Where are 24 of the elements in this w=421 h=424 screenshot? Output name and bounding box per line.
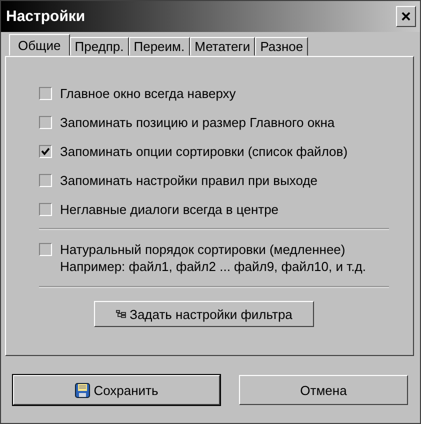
tab[interactable]: Переим. xyxy=(128,37,190,56)
checkbox[interactable] xyxy=(39,116,52,129)
checkbox-label[interactable]: Натуральный порядок сортировки (медленнее) xyxy=(60,242,366,257)
tab[interactable]: Предпр. xyxy=(70,37,129,56)
checkbox-label[interactable]: Неглавные диалоги всегда в центре xyxy=(60,202,279,217)
checkbox-label[interactable]: Главное окно всегда наверху xyxy=(60,86,236,101)
checkbox[interactable] xyxy=(39,203,52,216)
checkbox[interactable] xyxy=(39,145,52,158)
cancel-button[interactable]: Отмена xyxy=(239,375,408,405)
example-note: Например: файл1, файл2 ... файл9, файл10, и т.д. xyxy=(60,259,366,274)
tab[interactable]: Метатеги xyxy=(190,37,256,56)
checkbox-label[interactable]: Запоминать позицию и размер Главного окна xyxy=(60,115,335,130)
tab[interactable]: Разное xyxy=(255,37,308,56)
filter-settings-button[interactable]: Задать настройки фильтра xyxy=(94,301,314,327)
close-button[interactable]: × xyxy=(396,6,416,27)
tab[interactable]: Общие xyxy=(9,34,70,56)
window-title: Настройки xyxy=(6,8,86,25)
checkbox-label[interactable]: Запоминать настройки правил при выходе xyxy=(60,173,318,188)
checkbox[interactable] xyxy=(39,174,52,187)
checkbox[interactable] xyxy=(39,243,52,256)
save-button[interactable]: Сохранить xyxy=(13,375,220,405)
tree-icon xyxy=(116,310,126,318)
checkbox[interactable] xyxy=(39,87,52,100)
checkbox-label[interactable]: Запоминать опции сортировки (список файлов) xyxy=(60,144,348,159)
